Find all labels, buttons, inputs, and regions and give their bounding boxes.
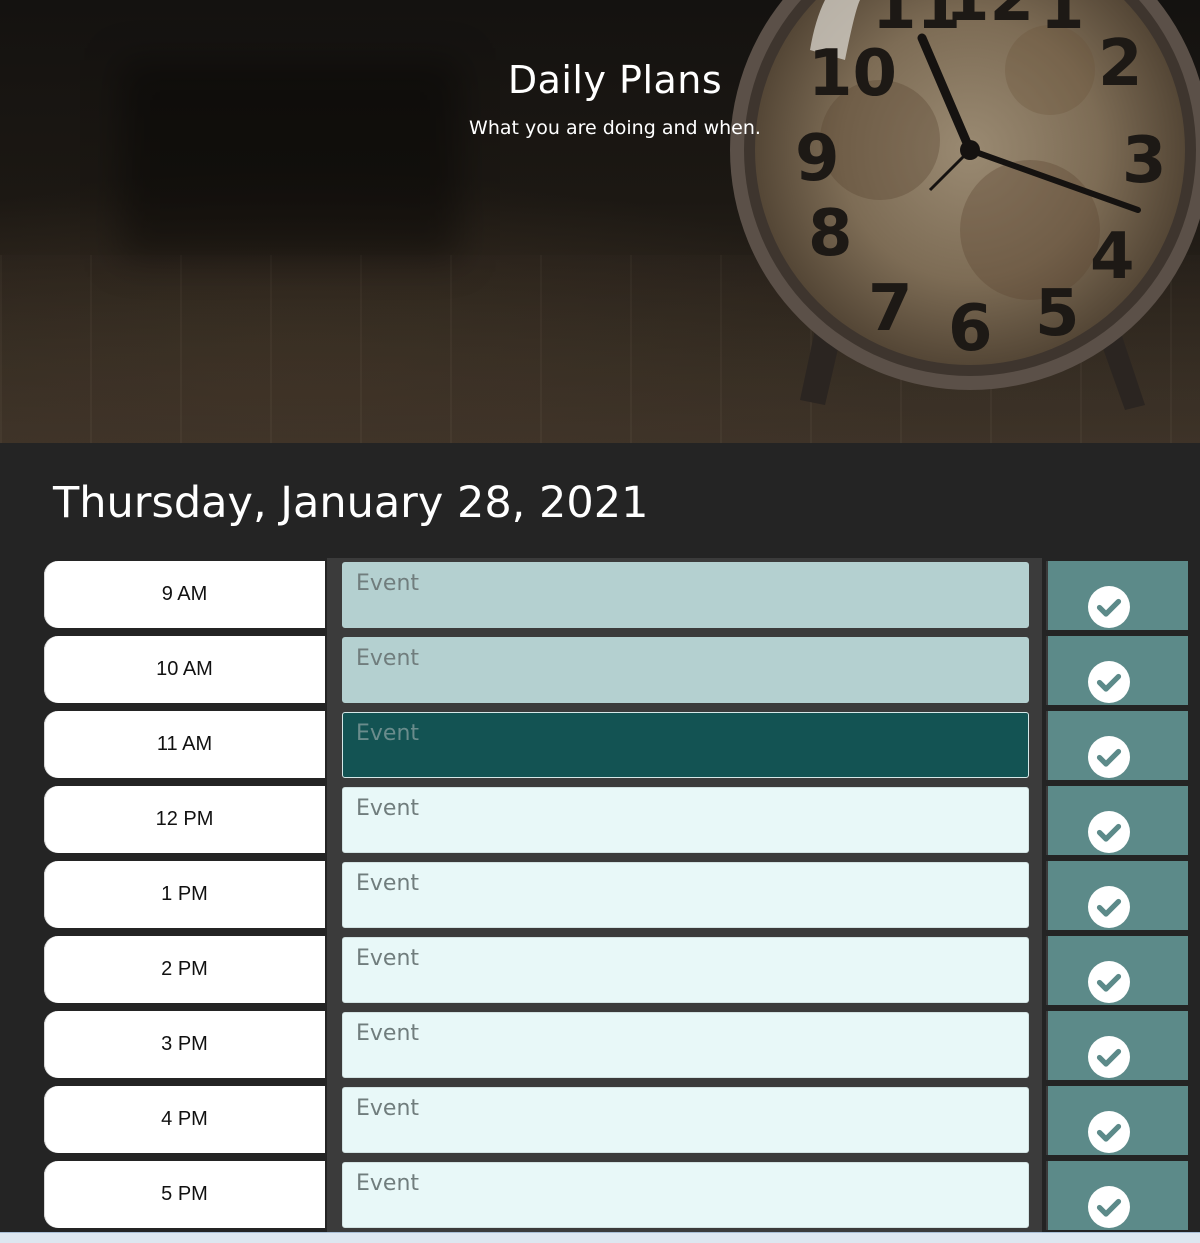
time-block-row-3-pm: 3 PM bbox=[42, 1008, 1188, 1083]
svg-text:8: 8 bbox=[808, 197, 853, 271]
page-title: Daily Plans bbox=[507, 58, 723, 102]
time-block-row-10-am: 10 AM bbox=[42, 633, 1188, 708]
hero-header: 12 2 3 4 5 6 7 8 9 10 11 1 Daily Plans W… bbox=[0, 0, 1200, 443]
page-subtitle: What you are doing and when. bbox=[469, 117, 761, 139]
event-cell bbox=[327, 1008, 1042, 1083]
time-block-row-11-am: 11 AM bbox=[42, 708, 1188, 783]
save-cell bbox=[1046, 1086, 1188, 1155]
save-cell bbox=[1046, 936, 1188, 1005]
svg-text:5: 5 bbox=[1035, 277, 1080, 351]
event-cell bbox=[327, 783, 1042, 858]
event-cell bbox=[327, 633, 1042, 708]
time-block-row-4-pm: 4 PM bbox=[42, 1083, 1188, 1158]
hour-label: 9 AM bbox=[44, 561, 325, 628]
svg-text:4: 4 bbox=[1090, 220, 1135, 294]
check-circle-icon bbox=[1096, 748, 1122, 767]
save-cell bbox=[1046, 786, 1188, 855]
event-cell bbox=[327, 708, 1042, 783]
save-cell bbox=[1046, 1011, 1188, 1080]
time-block-row-1-pm: 1 PM bbox=[42, 858, 1188, 933]
svg-text:6: 6 bbox=[948, 292, 993, 366]
current-date: Thursday, January 28, 2021 bbox=[53, 478, 649, 528]
hour-label: 1 PM bbox=[44, 861, 325, 928]
event-input[interactable] bbox=[342, 937, 1029, 1003]
event-input[interactable] bbox=[342, 562, 1029, 628]
check-circle-icon bbox=[1096, 898, 1122, 917]
check-circle-icon bbox=[1096, 973, 1122, 992]
hour-label: 5 PM bbox=[44, 1161, 325, 1228]
os-taskbar bbox=[0, 1232, 1200, 1243]
event-input[interactable] bbox=[342, 712, 1029, 778]
hour-label: 12 PM bbox=[44, 786, 325, 853]
hour-label: 10 AM bbox=[44, 636, 325, 703]
hour-label: 2 PM bbox=[44, 936, 325, 1003]
save-button[interactable] bbox=[1088, 586, 1130, 628]
check-circle-icon bbox=[1096, 823, 1122, 842]
event-input[interactable] bbox=[342, 1012, 1029, 1078]
save-button[interactable] bbox=[1088, 1111, 1130, 1153]
event-input[interactable] bbox=[342, 1087, 1029, 1153]
time-block-row-9-am: 9 AM bbox=[42, 558, 1188, 633]
save-cell bbox=[1046, 711, 1188, 780]
event-cell bbox=[327, 933, 1042, 1008]
save-cell bbox=[1046, 861, 1188, 930]
save-button[interactable] bbox=[1088, 1036, 1130, 1078]
event-cell bbox=[327, 1158, 1042, 1233]
save-cell bbox=[1046, 561, 1188, 630]
svg-text:11: 11 bbox=[872, 0, 961, 44]
check-circle-icon bbox=[1096, 1198, 1122, 1217]
event-cell bbox=[327, 558, 1042, 633]
svg-text:1: 1 bbox=[1040, 0, 1085, 44]
check-circle-icon bbox=[1096, 598, 1122, 617]
time-block-row-5-pm: 5 PM bbox=[42, 1158, 1188, 1233]
hour-label: 4 PM bbox=[44, 1086, 325, 1153]
event-input[interactable] bbox=[342, 637, 1029, 703]
save-cell bbox=[1046, 636, 1188, 705]
svg-text:7: 7 bbox=[868, 272, 913, 346]
save-cell bbox=[1046, 1161, 1188, 1230]
check-circle-icon bbox=[1096, 673, 1122, 692]
schedule-container: 9 AM 10 AM 11 AM bbox=[42, 558, 1188, 1233]
check-circle-icon bbox=[1096, 1048, 1122, 1067]
event-cell bbox=[327, 1083, 1042, 1158]
save-button[interactable] bbox=[1088, 661, 1130, 703]
save-button[interactable] bbox=[1088, 811, 1130, 853]
hour-label: 11 AM bbox=[44, 711, 325, 778]
save-button[interactable] bbox=[1088, 1186, 1130, 1228]
hour-label: 3 PM bbox=[44, 1011, 325, 1078]
save-button[interactable] bbox=[1088, 961, 1130, 1003]
event-input[interactable] bbox=[342, 1162, 1029, 1228]
check-circle-icon bbox=[1096, 1123, 1122, 1142]
save-button[interactable] bbox=[1088, 886, 1130, 928]
event-cell bbox=[327, 858, 1042, 933]
event-input[interactable] bbox=[342, 787, 1029, 853]
time-block-row-2-pm: 2 PM bbox=[42, 933, 1188, 1008]
event-input[interactable] bbox=[342, 862, 1029, 928]
time-block-row-12-pm: 12 PM bbox=[42, 783, 1188, 858]
save-button[interactable] bbox=[1088, 736, 1130, 778]
